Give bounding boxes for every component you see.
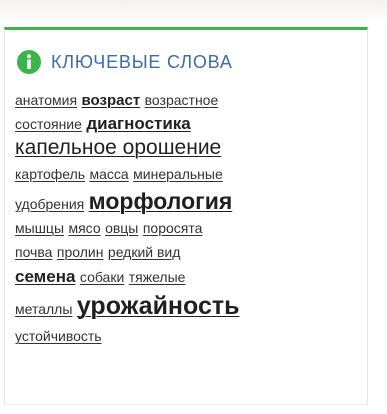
tag-link[interactable]: возрастное	[145, 92, 219, 108]
tag-link[interactable]: урожайность	[77, 292, 240, 320]
info-icon	[17, 50, 41, 74]
tag-link[interactable]: поросята	[143, 220, 203, 236]
widget-title: КЛЮЧЕВЫЕ СЛОВА	[51, 52, 233, 72]
top-background-strip	[0, 0, 387, 24]
tag-link[interactable]: удобрения	[15, 196, 84, 212]
tag-link[interactable]: масса	[90, 166, 129, 182]
tag-link[interactable]: диагностика	[86, 114, 190, 133]
tag-link[interactable]: овцы	[105, 220, 138, 236]
tag-link[interactable]: почва	[15, 244, 52, 260]
tag-link[interactable]: анатомия	[15, 92, 77, 108]
widget-header: КЛЮЧЕВЫЕ СЛОВА	[17, 50, 233, 74]
tag-link[interactable]: редкий вид	[108, 244, 181, 260]
tag-link[interactable]: мышцы	[15, 220, 64, 236]
tag-link[interactable]: капельное орошение	[15, 136, 221, 159]
tag-link[interactable]: пролин	[57, 244, 104, 260]
tag-link[interactable]: картофель	[15, 166, 85, 182]
tag-link[interactable]: семена	[15, 267, 75, 286]
tag-link[interactable]: металлы	[15, 301, 72, 317]
keywords-widget: КЛЮЧЕВЫЕ СЛОВА анатомия возраст возрастн…	[4, 27, 368, 405]
tag-link[interactable]: устойчивость	[15, 328, 102, 344]
tag-link[interactable]: состояние	[15, 116, 82, 132]
tag-link[interactable]: тяжелые	[129, 269, 186, 285]
tag-link[interactable]: морфология	[89, 188, 233, 214]
tag-link[interactable]: минеральные	[133, 166, 223, 182]
tag-link[interactable]: собаки	[80, 269, 124, 285]
tag-link[interactable]: мясо	[68, 220, 100, 236]
tag-link[interactable]: возраст	[82, 92, 141, 109]
